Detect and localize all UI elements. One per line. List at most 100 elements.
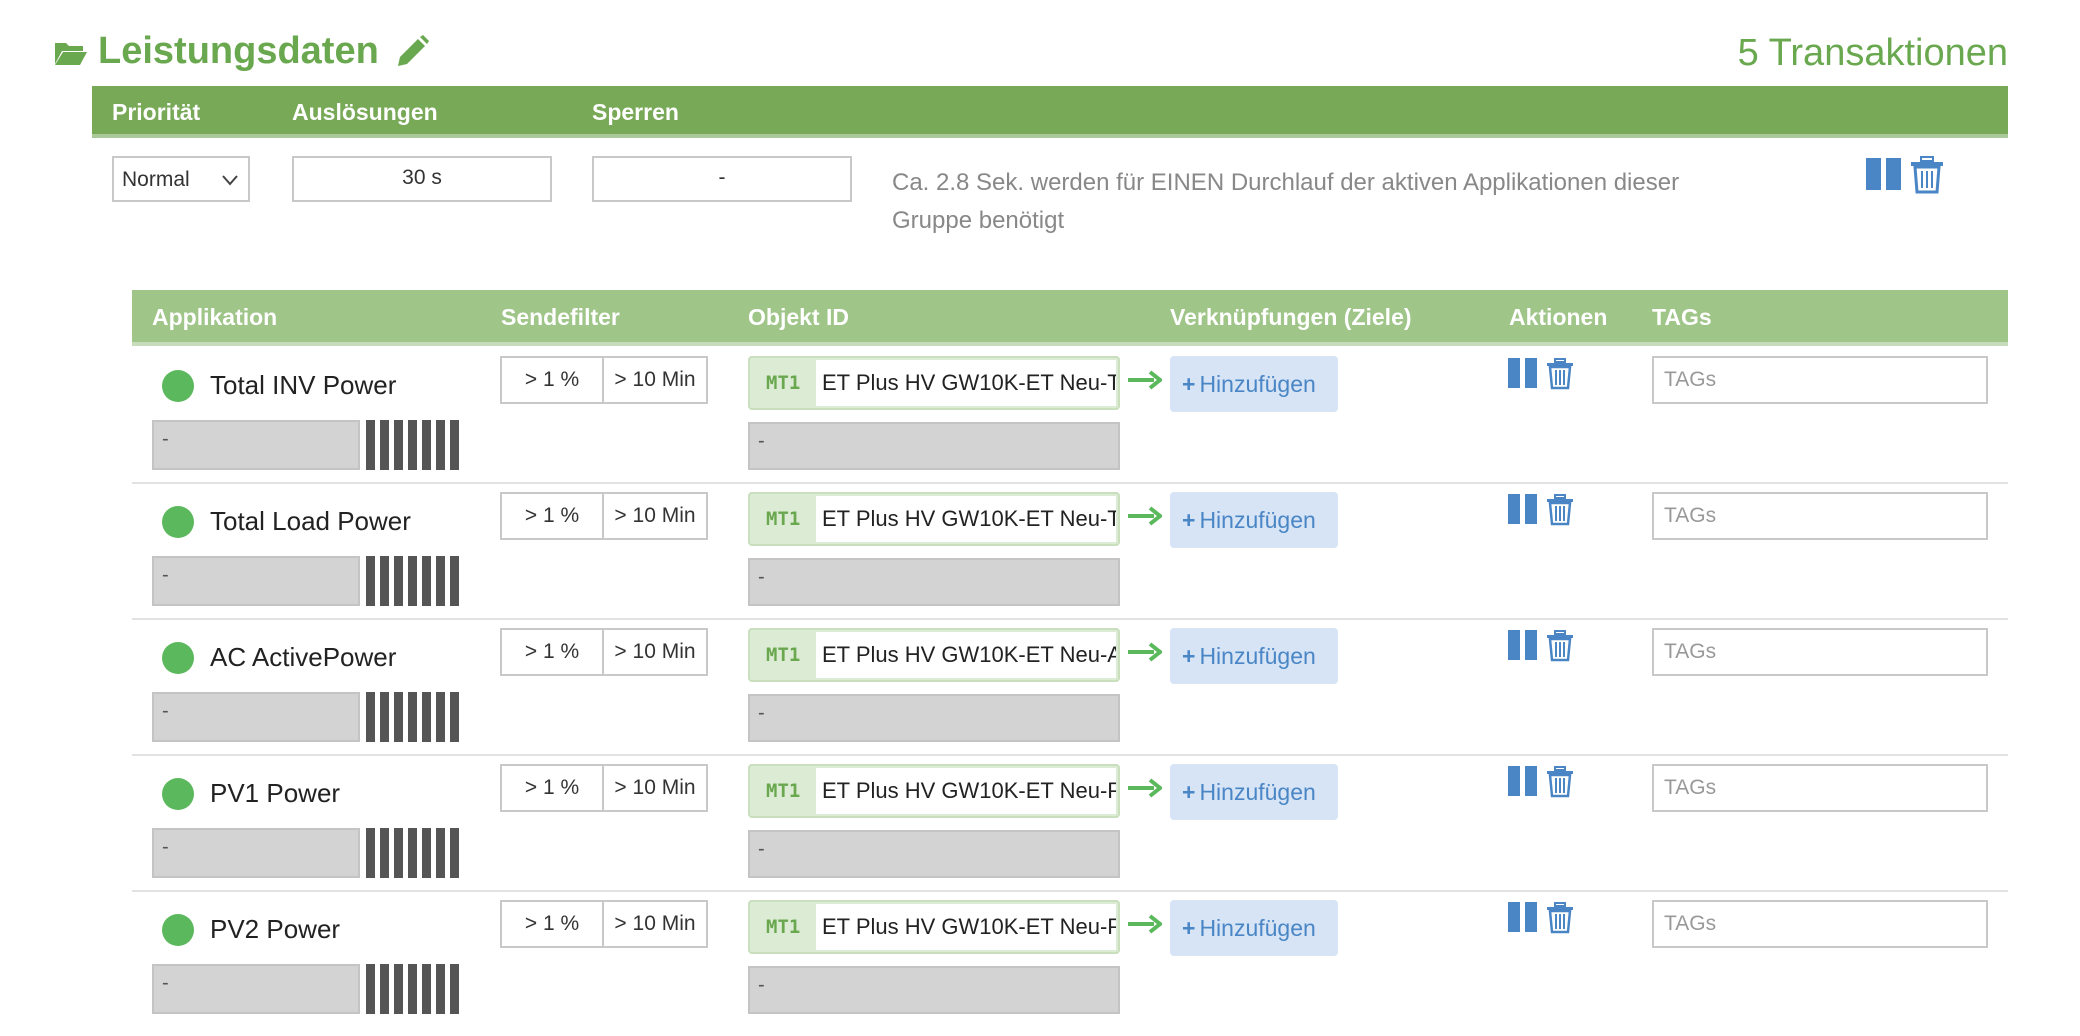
filter-percent[interactable]: > 1 % (502, 358, 604, 402)
add-link-button[interactable]: + Hinzufügen (1170, 900, 1338, 956)
col-actions: Aktionen (1509, 304, 1608, 330)
filter-time[interactable]: > 10 Min (604, 902, 706, 946)
object-id-value[interactable]: ET Plus HV GW10K-ET Neu-AC ActivePower (816, 632, 1116, 678)
status-indicator (162, 370, 194, 402)
table-row: AC ActivePower - > 1 % > 10 Min MT1 ET P… (132, 620, 2008, 756)
pause-icon[interactable] (1508, 494, 1538, 524)
send-filter[interactable]: > 1 % > 10 Min (500, 628, 708, 676)
add-link-label: Hinzufügen (1199, 779, 1316, 805)
application-name[interactable]: PV1 Power (210, 778, 340, 809)
add-link-label: Hinzufügen (1199, 371, 1316, 397)
pencil-icon[interactable] (394, 34, 430, 70)
object-id-value[interactable]: ET Plus HV GW10K-ET Neu-Total INV Power (816, 360, 1116, 406)
send-filter[interactable]: > 1 % > 10 Min (500, 492, 708, 540)
folder-open-icon (55, 43, 87, 65)
object-id[interactable]: MT1 ET Plus HV GW10K-ET Neu-Total INV Po… (748, 356, 1120, 410)
status-indicator (162, 778, 194, 810)
priority-select[interactable]: Normal (112, 156, 250, 202)
add-link-button[interactable]: + Hinzufügen (1170, 356, 1338, 412)
send-filter[interactable]: > 1 % > 10 Min (500, 764, 708, 812)
object-status: - (748, 966, 1120, 1014)
filter-percent[interactable]: > 1 % (502, 630, 604, 674)
filter-time[interactable]: > 10 Min (604, 358, 706, 402)
col-locks: Sperren (592, 99, 679, 125)
tags-input[interactable]: TAGs (1652, 900, 1988, 948)
object-badge: MT1 (766, 780, 801, 802)
arrow-right-icon (1128, 914, 1162, 934)
add-link-label: Hinzufügen (1199, 915, 1316, 941)
arrow-right-icon (1128, 370, 1162, 390)
tags-input[interactable]: TAGs (1652, 492, 1988, 540)
pause-icon[interactable] (1508, 902, 1538, 932)
trigger-input[interactable]: 30 s (292, 156, 552, 202)
plus-icon: + (1182, 643, 1196, 669)
filter-time[interactable]: > 10 Min (604, 494, 706, 538)
row-actions (1508, 766, 1578, 802)
tags-input[interactable]: TAGs (1652, 628, 1988, 676)
table-row: PV1 Power - > 1 % > 10 Min MT1 ET Plus H… (132, 756, 2008, 892)
application-name[interactable]: PV2 Power (210, 914, 340, 945)
plus-icon: + (1182, 371, 1196, 397)
row-actions (1508, 494, 1578, 530)
trash-icon[interactable] (1546, 630, 1574, 662)
add-link-button[interactable]: + Hinzufügen (1170, 628, 1338, 684)
pause-icon[interactable] (1508, 766, 1538, 796)
arrow-right-icon (1128, 506, 1162, 526)
object-id[interactable]: MT1 ET Plus HV GW10K-ET Neu-Total Load P… (748, 492, 1120, 546)
filter-time[interactable]: > 10 Min (604, 766, 706, 810)
object-id[interactable]: MT1 ET Plus HV GW10K-ET Neu-AC ActivePow… (748, 628, 1120, 682)
add-link-button[interactable]: + Hinzufügen (1170, 492, 1338, 548)
application-status: - (152, 964, 360, 1014)
send-filter[interactable]: > 1 % > 10 Min (500, 356, 708, 404)
trash-icon[interactable] (1910, 156, 1944, 194)
object-id-value[interactable]: ET Plus HV GW10K-ET Neu-Total Load Power (816, 496, 1116, 542)
application-status: - (152, 692, 360, 742)
filter-percent[interactable]: > 1 % (502, 902, 604, 946)
trash-icon[interactable] (1546, 766, 1574, 798)
object-id-value[interactable]: ET Plus HV GW10K-ET Neu-PV2 Power (816, 904, 1116, 950)
filter-percent[interactable]: > 1 % (502, 766, 604, 810)
object-status: - (748, 558, 1120, 606)
row-actions (1508, 358, 1578, 394)
signal-bars-icon (366, 692, 459, 742)
status-indicator (162, 506, 194, 538)
pause-icon[interactable] (1508, 630, 1538, 660)
pause-icon[interactable] (1508, 358, 1538, 388)
object-badge: MT1 (766, 916, 801, 938)
lock-input[interactable]: - (592, 156, 852, 202)
col-tags: TAGs (1652, 304, 1712, 330)
filter-time[interactable]: > 10 Min (604, 630, 706, 674)
col-links: Verknüpfungen (Ziele) (1170, 304, 1412, 330)
trash-icon[interactable] (1546, 494, 1574, 526)
object-id[interactable]: MT1 ET Plus HV GW10K-ET Neu-PV2 Power (748, 900, 1120, 954)
application-name[interactable]: Total Load Power (210, 506, 411, 537)
table-row: PV2 Power - > 1 % > 10 Min MT1 ET Plus H… (132, 892, 2008, 1028)
table-row: Total Load Power - > 1 % > 10 Min MT1 ET… (132, 484, 2008, 620)
object-id-value[interactable]: ET Plus HV GW10K-ET Neu-PV1 Power (816, 768, 1116, 814)
add-link-label: Hinzufügen (1199, 507, 1316, 533)
tags-input[interactable]: TAGs (1652, 764, 1988, 812)
application-name[interactable]: AC ActivePower (210, 642, 396, 673)
row-actions (1508, 902, 1578, 938)
settings-header: Priorität Auslösungen Sperren (92, 86, 2008, 138)
arrow-right-icon (1128, 778, 1162, 798)
signal-bars-icon (366, 964, 459, 1014)
filter-percent[interactable]: > 1 % (502, 494, 604, 538)
object-badge: MT1 (766, 372, 801, 394)
tags-input[interactable]: TAGs (1652, 356, 1988, 404)
runtime-info-line1: Ca. 2.8 Sek. werden für EINEN Durchlauf … (892, 169, 1680, 196)
object-id[interactable]: MT1 ET Plus HV GW10K-ET Neu-PV1 Power (748, 764, 1120, 818)
plus-icon: + (1182, 779, 1196, 805)
signal-bars-icon (366, 556, 459, 606)
trash-icon[interactable] (1546, 902, 1574, 934)
col-triggers: Auslösungen (292, 99, 438, 125)
object-badge: MT1 (766, 644, 801, 666)
pause-icon[interactable] (1866, 156, 1902, 192)
send-filter[interactable]: > 1 % > 10 Min (500, 900, 708, 948)
add-link-button[interactable]: + Hinzufügen (1170, 764, 1338, 820)
application-status: - (152, 828, 360, 878)
col-priority: Priorität (112, 99, 201, 125)
status-indicator (162, 642, 194, 674)
trash-icon[interactable] (1546, 358, 1574, 390)
application-name[interactable]: Total INV Power (210, 370, 396, 401)
